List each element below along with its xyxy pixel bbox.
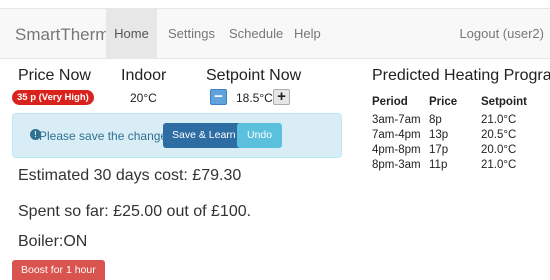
nav-help[interactable]: Help [294, 9, 321, 59]
row-period: 4pm-8pm [372, 143, 421, 156]
row-setpoint: 21.0°C [481, 158, 517, 171]
table-row: 7am-4pm 13p 20.5°C [372, 127, 541, 142]
nav-schedule[interactable]: Schedule [229, 9, 283, 59]
row-period: 7am-4pm [372, 128, 421, 141]
setpoint-now-heading: Setpoint Now [206, 67, 302, 84]
predicted-program-table: Period Price Setpoint 3am-7am 8p 21.0°C … [372, 92, 541, 172]
row-price: 17p [429, 143, 449, 156]
price-now-heading: Price Now [18, 67, 91, 84]
save-changes-alert: ! Please save the changes. Save & Learn … [12, 113, 342, 158]
nav-home[interactable]: Home [106, 9, 157, 59]
row-price: 13p [429, 128, 449, 141]
row-setpoint: 20.5°C [481, 128, 517, 141]
row-setpoint: 20.0°C [481, 143, 517, 156]
indoor-heading: Indoor [121, 67, 167, 84]
row-period: 8pm-3am [372, 158, 421, 171]
price-badge: 35 p (Very High) [12, 90, 94, 105]
table-row: 3am-7am 8p 21.0°C [372, 112, 541, 127]
column-period: Period [372, 96, 408, 108]
setpoint-value: 18.5°C [236, 91, 273, 105]
nav-settings[interactable]: Settings [168, 9, 215, 59]
row-period: 3am-7am [372, 113, 421, 126]
boost-button[interactable]: Boost for 1 hour [12, 260, 105, 280]
row-setpoint: 21.0°C [481, 113, 517, 126]
table-row: 4pm-8pm 17p 20.0°C [372, 142, 541, 157]
row-price: 8p [429, 113, 442, 126]
predicted-program-title: Predicted Heating Program [372, 67, 550, 84]
estimated-cost: Estimated 30 days cost: £79.30 [18, 167, 242, 184]
boiler-status: Boiler:ON [18, 233, 88, 250]
top-navbar: SmartThermo Home Settings Schedule Help … [0, 8, 550, 59]
table-row: 8pm-3am 11p 21.0°C [372, 157, 541, 172]
setpoint-increase-button[interactable]: + [273, 89, 290, 105]
spent-so-far: Spent so far: £25.00 out of £100. [18, 203, 252, 220]
save-learn-button[interactable]: Save & Learn [163, 123, 245, 148]
indoor-temperature: 20°C [130, 91, 157, 105]
column-setpoint: Setpoint [481, 96, 527, 108]
logout-link[interactable]: Logout (user2) [459, 9, 544, 59]
setpoint-decrease-button[interactable]: − [210, 89, 227, 105]
row-price: 11p [429, 158, 448, 171]
alert-message: Please save the changes. [39, 129, 177, 143]
column-price: Price [429, 96, 458, 108]
app-brand[interactable]: SmartThermo [15, 25, 119, 45]
table-header-row: Period Price Setpoint [372, 92, 541, 112]
undo-button[interactable]: Undo [237, 123, 283, 148]
